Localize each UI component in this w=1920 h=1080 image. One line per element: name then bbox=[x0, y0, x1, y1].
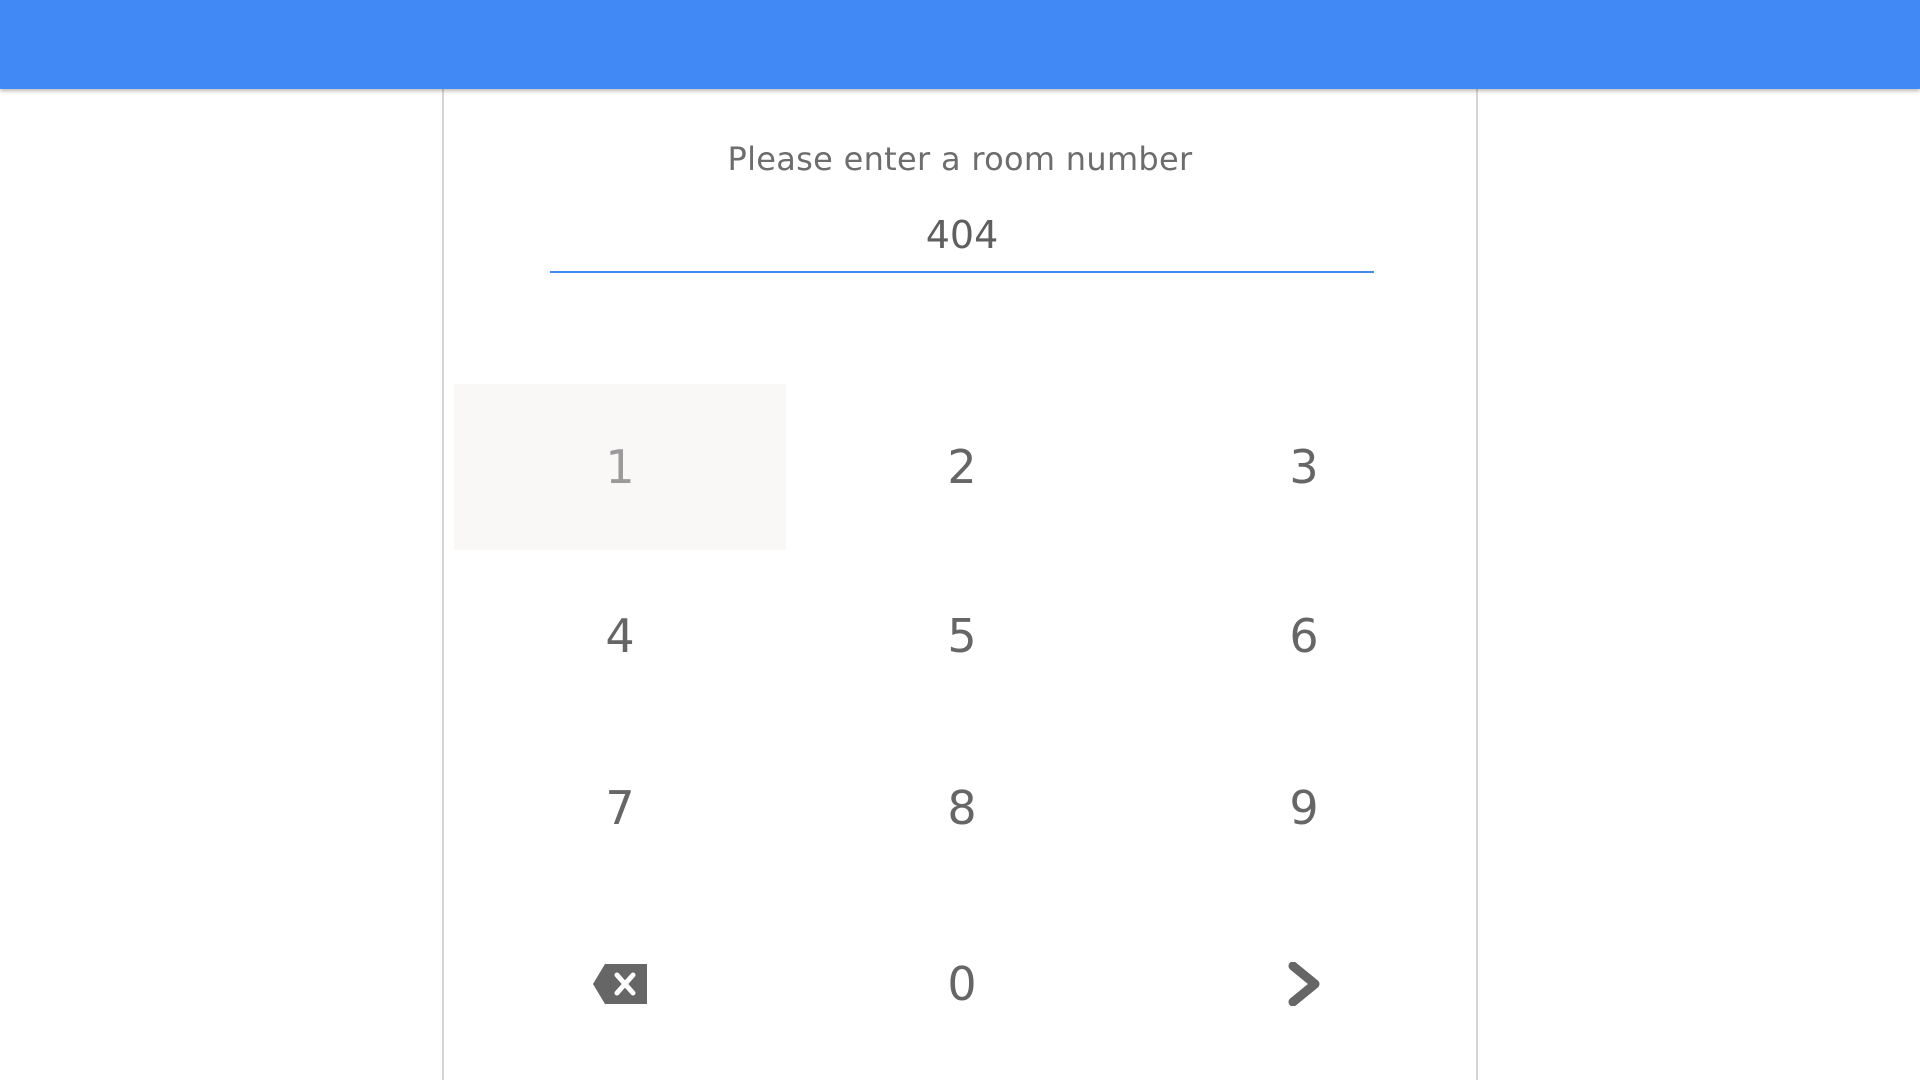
room-number-prompt: Please enter a room number bbox=[727, 140, 1193, 178]
room-number-input[interactable] bbox=[550, 199, 1374, 273]
key-3[interactable]: 3 bbox=[1138, 384, 1470, 550]
key-6[interactable]: 6 bbox=[1138, 550, 1470, 722]
room-entry-panel: Please enter a room number 1 2 3 4 5 6 7… bbox=[442, 89, 1478, 1080]
key-2[interactable]: 2 bbox=[786, 384, 1138, 550]
key-9[interactable]: 9 bbox=[1138, 722, 1470, 894]
top-app-bar bbox=[0, 0, 1920, 89]
key-5[interactable]: 5 bbox=[786, 550, 1138, 722]
backspace-icon bbox=[592, 963, 648, 1005]
key-0[interactable]: 0 bbox=[786, 894, 1138, 1074]
key-1[interactable]: 1 bbox=[454, 384, 786, 550]
numeric-keypad: 1 2 3 4 5 6 7 8 9 0 bbox=[454, 384, 1470, 1074]
submit-button[interactable] bbox=[1138, 894, 1470, 1074]
key-7[interactable]: 7 bbox=[454, 722, 786, 894]
key-4[interactable]: 4 bbox=[454, 550, 786, 722]
backspace-button[interactable] bbox=[454, 894, 786, 1074]
key-8[interactable]: 8 bbox=[786, 722, 1138, 894]
chevron-right-icon bbox=[1287, 962, 1321, 1006]
